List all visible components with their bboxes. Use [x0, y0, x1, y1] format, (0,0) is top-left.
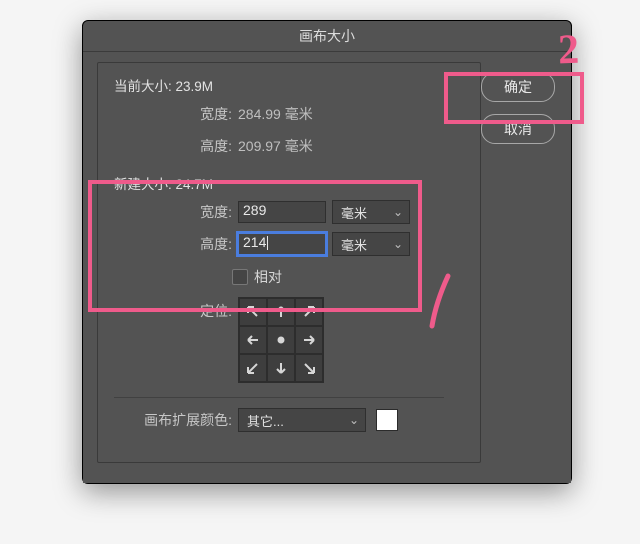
anchor-arrow-se-icon[interactable]	[295, 354, 323, 382]
anchor-label: 定位:	[114, 297, 238, 321]
current-size-label: 当前大小:	[114, 79, 172, 94]
new-width-label: 宽度:	[114, 202, 238, 222]
anchor-arrow-e-icon[interactable]	[295, 326, 323, 354]
anchor-arrow-w-icon[interactable]	[239, 326, 267, 354]
new-height-input[interactable]: 214	[238, 233, 326, 255]
dialog-title: 画布大小	[83, 21, 571, 52]
anchor-arrow-n-icon[interactable]	[267, 298, 295, 326]
new-height-label: 高度:	[114, 234, 238, 254]
anchor-arrow-s-icon[interactable]	[267, 354, 295, 382]
width-unit-dropdown[interactable]: 毫米 ⌄	[332, 200, 410, 224]
cancel-button[interactable]: 取消	[481, 114, 555, 144]
new-size-title: 新建大小: 24.7M	[114, 173, 444, 193]
anchor-grid[interactable]	[238, 297, 324, 383]
anchor-arrow-nw-icon[interactable]	[239, 298, 267, 326]
text-caret	[267, 236, 268, 250]
extension-color-dropdown[interactable]: 其它... ⌄	[238, 408, 366, 432]
canvas-size-dialog: 画布大小 确定 取消 当前大小: 23.9M 宽度: 284.99 毫米 高度:…	[82, 20, 572, 484]
relative-checkbox[interactable]	[232, 269, 248, 285]
anchor-center-icon[interactable]	[267, 326, 295, 354]
chevron-down-icon: ⌄	[383, 237, 403, 251]
anchor-arrow-ne-icon[interactable]	[295, 298, 323, 326]
height-unit-dropdown[interactable]: 毫米 ⌄	[332, 232, 410, 256]
relative-label: 相对	[254, 267, 282, 287]
current-height-value: 209.97 毫米	[238, 136, 313, 156]
extension-color-label: 画布扩展颜色:	[114, 410, 238, 430]
anchor-arrow-sw-icon[interactable]	[239, 354, 267, 382]
new-width-input[interactable]: 289	[238, 201, 326, 223]
current-height-label: 高度:	[114, 136, 238, 156]
current-width-label: 宽度:	[114, 104, 238, 124]
new-size-value: 24.7M	[176, 177, 214, 192]
chevron-down-icon: ⌄	[339, 413, 359, 427]
extension-color-value: 其它...	[247, 411, 284, 430]
current-width-value: 284.99 毫米	[238, 104, 313, 124]
dialog-content: 确定 取消 当前大小: 23.9M 宽度: 284.99 毫米 高度: 209.…	[83, 52, 571, 483]
current-size-value: 23.9M	[176, 79, 214, 94]
chevron-down-icon: ⌄	[383, 205, 403, 219]
ok-button[interactable]: 确定	[481, 72, 555, 102]
divider	[114, 397, 444, 398]
form-panel: 当前大小: 23.9M 宽度: 284.99 毫米 高度: 209.97 毫米 …	[97, 62, 481, 463]
width-unit-value: 毫米	[341, 203, 367, 222]
height-unit-value: 毫米	[341, 235, 367, 254]
extension-color-swatch[interactable]	[376, 409, 398, 431]
current-size-title: 当前大小: 23.9M	[114, 75, 444, 95]
new-height-text: 214	[243, 234, 266, 250]
new-size-label: 新建大小:	[114, 177, 172, 192]
